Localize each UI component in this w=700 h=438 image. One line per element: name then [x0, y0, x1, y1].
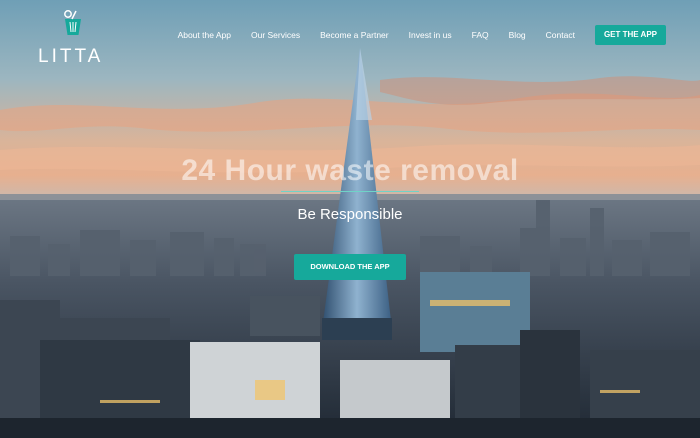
headline-divider	[281, 191, 419, 192]
get-the-app-button[interactable]: GET THE APP	[594, 25, 666, 45]
nav-invest-in-us[interactable]: Invest in us	[409, 30, 452, 40]
nav-faq[interactable]: FAQ	[472, 30, 489, 40]
download-the-app-button[interactable]: DOWNLOAD THE APP	[294, 254, 406, 280]
main-navigation: About the App Our Services Become a Part…	[178, 23, 700, 47]
nav-blog[interactable]: Blog	[509, 30, 526, 40]
nav-about-the-app[interactable]: About the App	[178, 30, 231, 40]
nav-become-a-partner[interactable]: Become a Partner	[320, 30, 389, 40]
hero-tagline: Be Responsible	[297, 206, 403, 223]
hero-section: LITTA About the App Our Services Become …	[0, 0, 700, 438]
nav-contact[interactable]: Contact	[546, 30, 575, 40]
hero-headline: 24 Hour waste removal	[181, 154, 519, 187]
nav-our-services[interactable]: Our Services	[251, 30, 300, 40]
litta-bin-logo-icon	[64, 10, 81, 35]
brand-name: LITTA	[38, 46, 104, 67]
brand-logo[interactable]: LITTA	[38, 10, 108, 70]
